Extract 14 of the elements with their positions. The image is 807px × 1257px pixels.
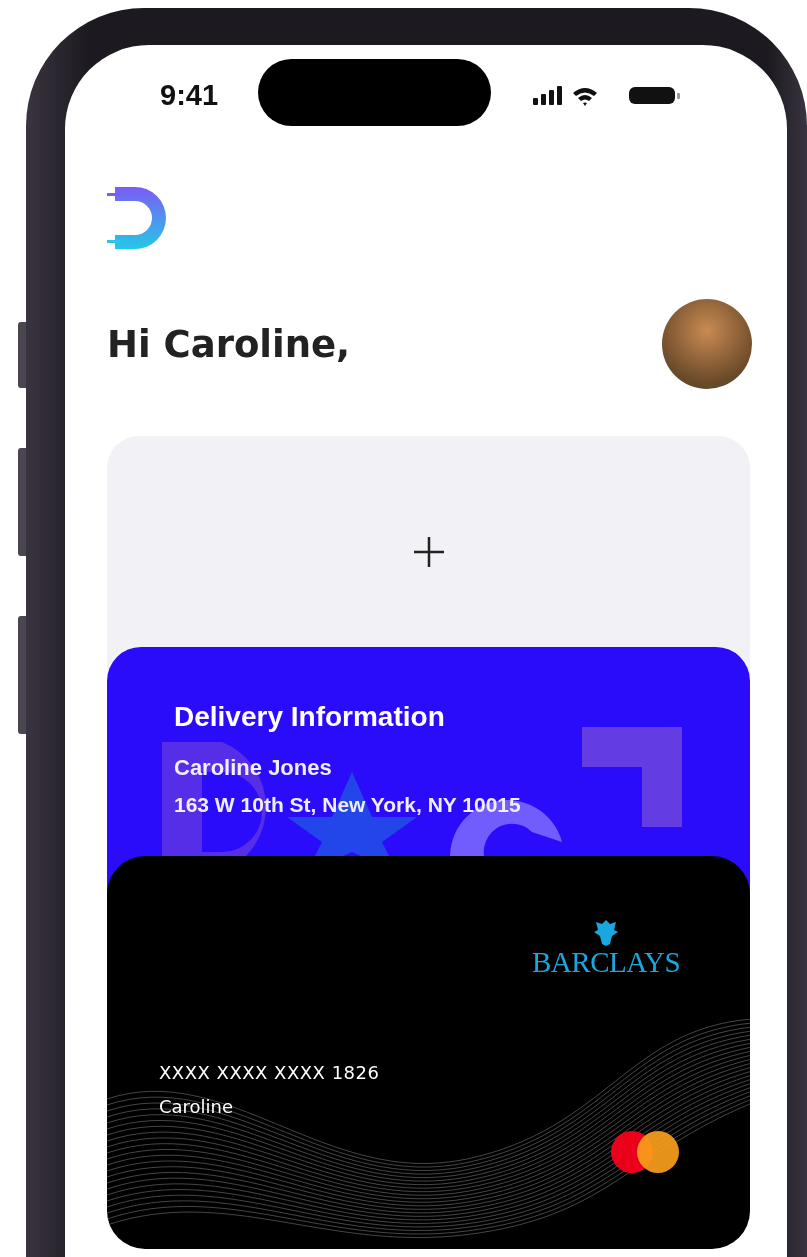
greeting-heading: Hi Caroline, [107, 322, 351, 366]
status-time: 9:41 [160, 78, 220, 112]
card-holder: Caroline [159, 1096, 235, 1117]
eagle-icon [594, 920, 618, 946]
battery-icon [629, 86, 680, 104]
recipient-name: Caroline Jones [174, 755, 333, 781]
card-title: Delivery Information [174, 701, 446, 733]
payment-card[interactable]: BARCLAYS XXXX XXXX XXXX 1826 Caroline [107, 856, 750, 1249]
app-logo [107, 185, 167, 251]
bank-name: BARCLAYS [532, 946, 681, 979]
signal-icon [533, 85, 562, 105]
card-number: XXXX XXXX XXXX 1826 [159, 1062, 380, 1083]
plus-icon [412, 536, 445, 568]
card-network-logo [610, 1130, 680, 1174]
